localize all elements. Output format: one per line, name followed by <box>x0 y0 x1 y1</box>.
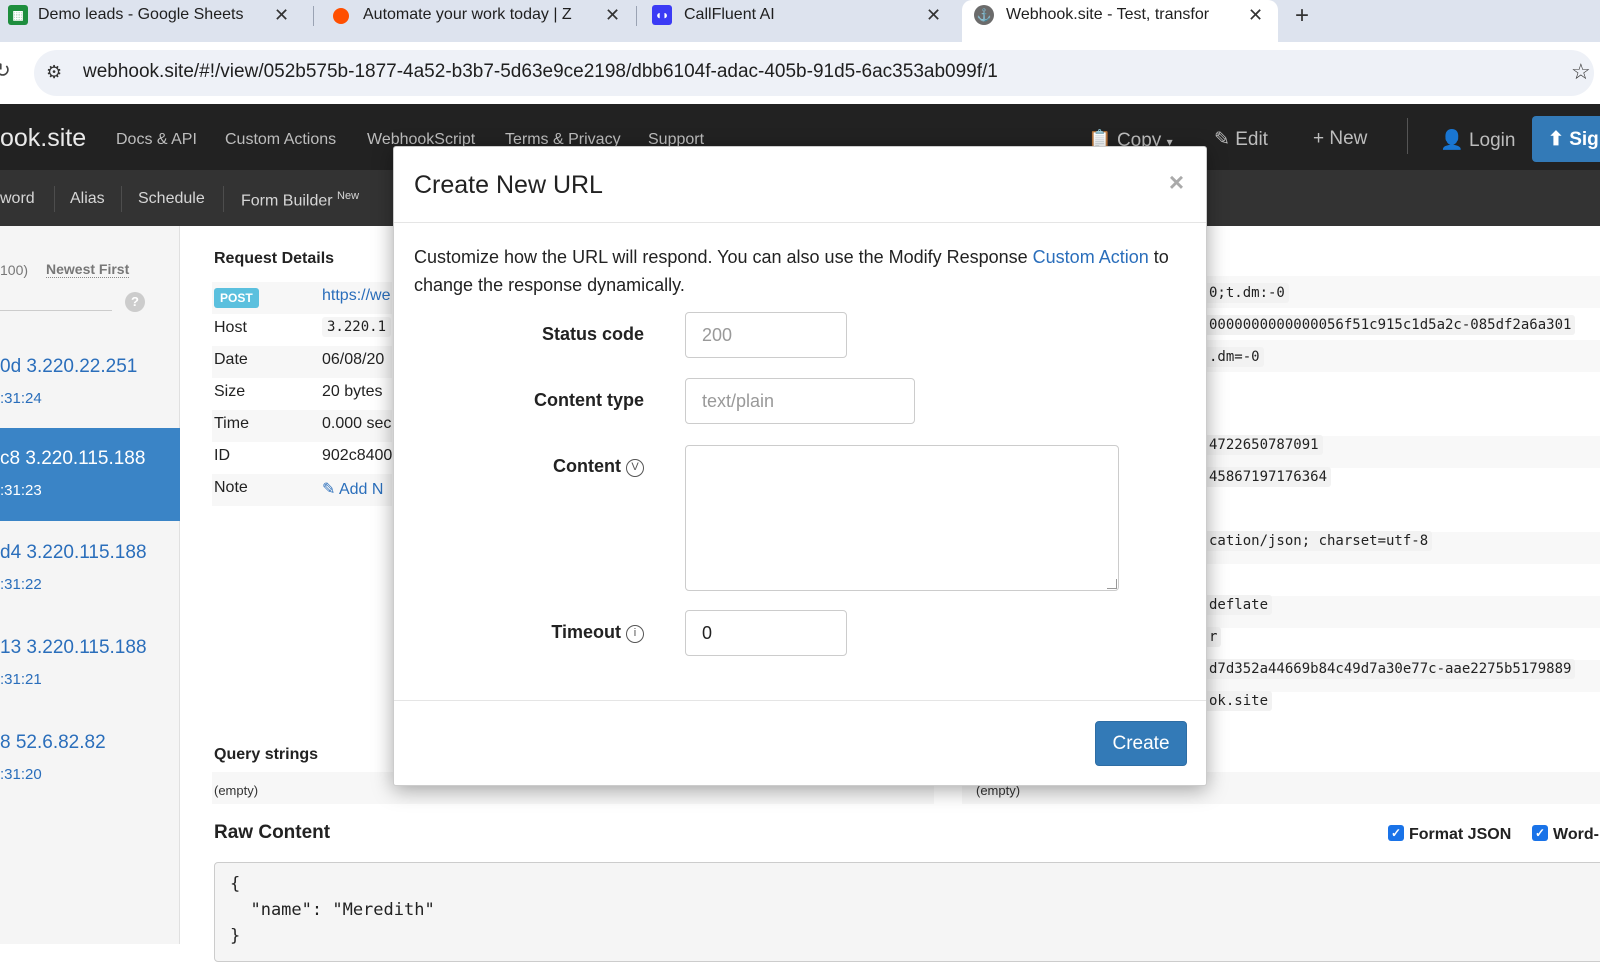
content-type-label: Content type <box>534 390 644 410</box>
reload-icon[interactable]: ↻ <box>0 58 11 83</box>
callfluent-icon: ◖◗ <box>652 5 672 25</box>
tab-webhook-site-content[interactable]: ⚓ Webhook.site - Test, transfor ✕ <box>974 0 1274 30</box>
variables-info-icon[interactable]: V <box>626 459 644 477</box>
webhook-icon: ⚓ <box>974 5 994 25</box>
tab-title: Automate your work today | Z <box>363 6 572 23</box>
create-button[interactable]: Create <box>1095 721 1187 766</box>
url-text[interactable]: webhook.site/#!/view/052b575b-1877-4a52-… <box>83 61 998 83</box>
tab-separator <box>636 6 637 26</box>
bookmark-star-icon[interactable]: ☆ <box>1571 59 1591 85</box>
content-textarea[interactable] <box>685 445 1119 591</box>
zapier-icon <box>333 8 349 24</box>
timeout-label-text: Timeout <box>551 622 621 642</box>
tab-title: Demo leads - Google Sheets <box>38 6 244 23</box>
status-code-input[interactable] <box>685 312 847 358</box>
tab-callfluent[interactable]: ◖◗ CallFluent AI ✕ <box>652 0 952 30</box>
create-url-modal: Create New URL × Customize how the URL w… <box>393 146 1207 786</box>
close-icon[interactable]: ✕ <box>605 5 620 26</box>
resize-handle-icon[interactable] <box>1107 579 1117 589</box>
status-code-label: Status code <box>541 324 644 344</box>
site-settings-icon[interactable]: ⚙ <box>46 62 62 83</box>
modal-description: Customize how the URL will respond. You … <box>414 243 1174 299</box>
info-icon[interactable]: i <box>626 625 644 643</box>
close-icon[interactable]: ✕ <box>926 5 941 26</box>
content-label: Content V <box>394 456 644 477</box>
tab-title: Webhook.site - Test, transfor <box>1006 6 1210 23</box>
sheets-icon: ▦ <box>8 5 28 25</box>
tab-separator <box>313 6 314 26</box>
tab-zapier[interactable]: Automate your work today | Z ✕ <box>333 0 623 30</box>
close-icon[interactable]: × <box>1169 167 1184 198</box>
new-tab-plus-icon[interactable]: + <box>1295 2 1309 30</box>
content-label-text: Content <box>553 456 621 476</box>
modal-header: Create New URL × <box>394 147 1206 223</box>
timeout-label: Timeout i <box>394 622 644 643</box>
close-icon[interactable]: ✕ <box>274 5 289 26</box>
description-text: Customize how the URL will respond. You … <box>414 247 1033 267</box>
custom-action-link[interactable]: Custom Action <box>1033 247 1149 267</box>
modal-footer-divider <box>394 700 1206 701</box>
content-type-input[interactable] <box>685 378 915 424</box>
timeout-input[interactable] <box>685 610 847 656</box>
modal-title: Create New URL <box>414 171 603 199</box>
close-icon[interactable]: ✕ <box>1248 5 1263 26</box>
tab-google-sheets[interactable]: ▦ Demo leads - Google Sheets ✕ <box>8 0 298 30</box>
tab-title: CallFluent AI <box>684 6 775 23</box>
